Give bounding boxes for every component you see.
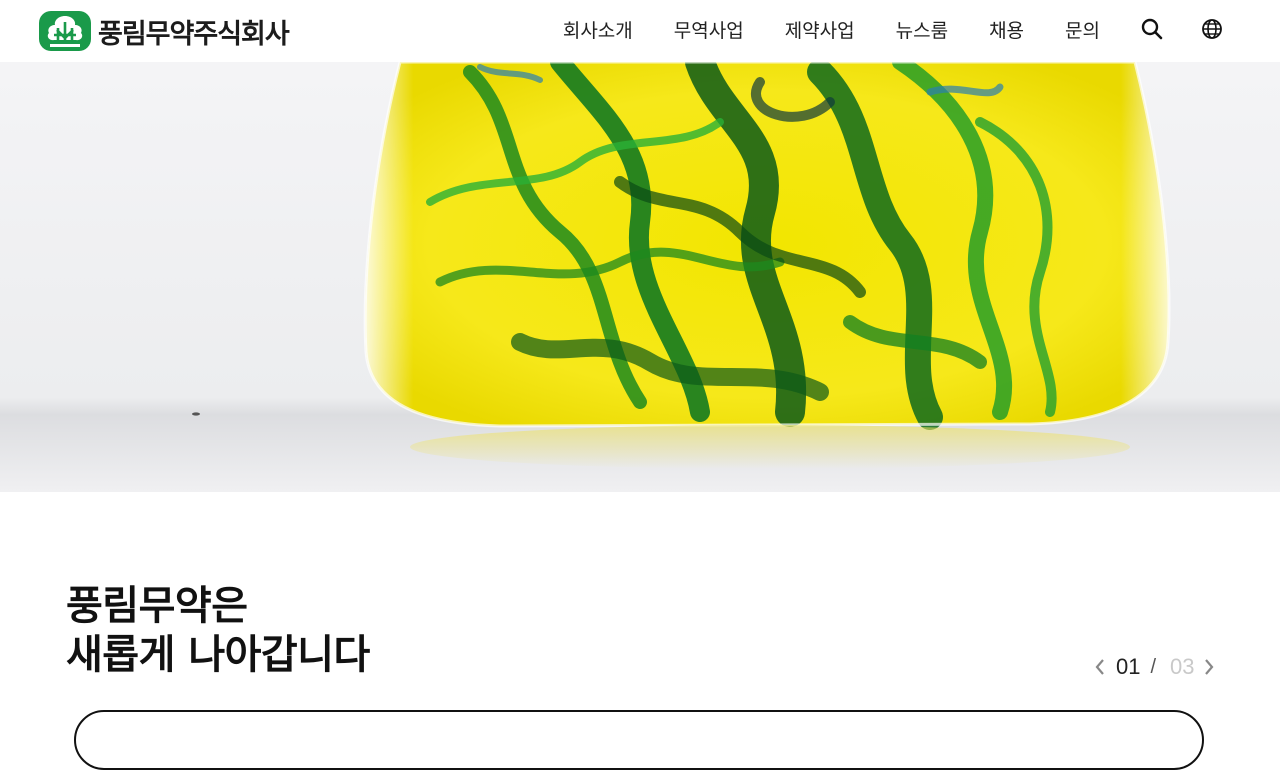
nav-item-newsroom[interactable]: 뉴스룸 [896, 16, 948, 43]
prev-slide-button[interactable] [1092, 657, 1108, 677]
slider-pager: 01 / 03 [1092, 652, 1217, 682]
nav-item-trade[interactable]: 무역사업 [674, 16, 744, 43]
content-card [74, 710, 1204, 770]
nav-item-pharma[interactable]: 제약사업 [785, 16, 855, 43]
intro-line-1: 풍림무약은 [66, 583, 248, 629]
pager-current: 01 [1116, 654, 1141, 679]
nav-item-contact[interactable]: 문의 [1065, 16, 1100, 43]
chevron-left-icon [1095, 659, 1104, 675]
logo[interactable]: 풍림무약주식회사 [38, 9, 290, 53]
search-button[interactable] [1141, 18, 1163, 40]
search-icon [1141, 18, 1163, 40]
main-nav: 회사소개 무역사업 제약사업 뉴스룸 채용 문의 [563, 0, 1280, 58]
globe-icon [1202, 19, 1222, 39]
language-button[interactable] [1201, 18, 1223, 40]
intro-heading: 풍림무약은 새롭게 나아갑니다 [66, 582, 370, 680]
intro-line-2: 새롭게 나아갑니다 [66, 632, 370, 678]
pager-separator: / [1150, 655, 1157, 678]
nav-item-careers[interactable]: 채용 [989, 16, 1024, 43]
logo-text: 풍림무약주식회사 [98, 18, 290, 50]
chevron-right-icon [1204, 659, 1213, 675]
hero-flask-image [0, 62, 1280, 492]
hero-banner [0, 62, 1280, 492]
pager-total: 03 [1170, 654, 1195, 679]
next-slide-button[interactable] [1201, 657, 1217, 677]
nav-item-company[interactable]: 회사소개 [563, 16, 633, 43]
site-header: 풍림무약주식회사 회사소개 무역사업 제약사업 뉴스룸 채용 문의 [0, 0, 1280, 62]
tree-emblem-icon [39, 11, 91, 51]
